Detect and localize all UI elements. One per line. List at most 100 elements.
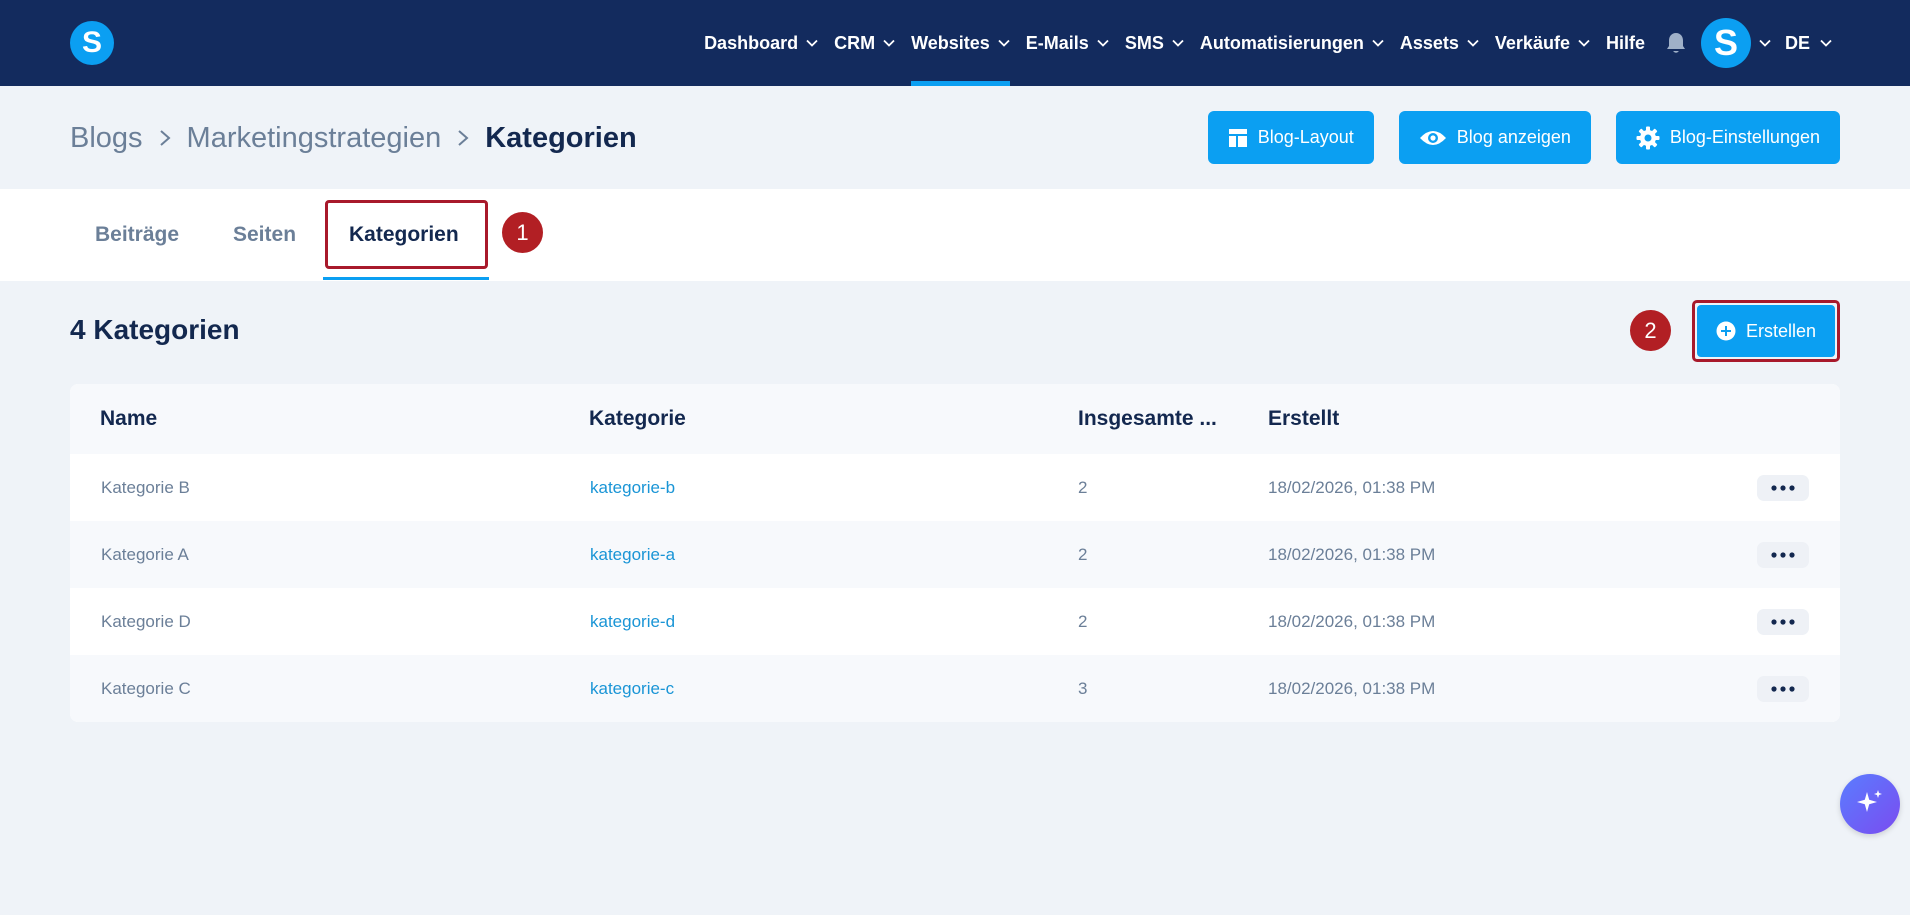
column-header-category[interactable]: Kategorie [589, 384, 686, 454]
blog-layout-label: Blog-Layout [1257, 127, 1354, 147]
plus-circle-icon [1716, 321, 1736, 341]
chevron-down-icon [883, 39, 895, 47]
tab-label: Seiten [233, 223, 297, 246]
nav-item-sales[interactable]: Verkäufe [1495, 0, 1590, 86]
app-logo[interactable]: S [70, 21, 114, 65]
top-navigation: S Dashboard CRM Websites E-Mails SMS Aut… [0, 0, 1910, 86]
more-options-icon[interactable] [1757, 475, 1809, 501]
chevron-right-icon [457, 129, 469, 147]
breadcrumb-blogs[interactable]: Blogs [70, 122, 143, 155]
nav-item-assets[interactable]: Assets [1400, 0, 1479, 86]
chevron-down-icon [1372, 39, 1384, 47]
highlight-box [325, 200, 488, 269]
more-options-icon[interactable] [1757, 676, 1809, 702]
create-label: Erstellen [1745, 320, 1817, 341]
step-number: 1 [516, 219, 529, 245]
layout-icon [1228, 128, 1248, 148]
cell-created: 18/02/2026, 01:38 PM [1268, 544, 1436, 564]
blog-settings-label: Blog-Einstellungen [1669, 127, 1820, 147]
cell-slug-link[interactable]: kategorie-a [590, 521, 675, 588]
cell-slug-link[interactable]: kategorie-b [590, 454, 675, 521]
table-row: Kategorie A kategorie-a 2 18/02/2026, 01… [70, 521, 1840, 588]
more-options-icon[interactable] [1757, 542, 1809, 568]
nav-item-crm[interactable]: CRM [834, 0, 895, 86]
blog-layout-button[interactable]: Blog-Layout [1207, 111, 1374, 164]
view-blog-button[interactable]: Blog anzeigen [1398, 111, 1591, 164]
cell-created: 18/02/2026, 01:38 PM [1268, 477, 1436, 497]
more-options-icon[interactable] [1757, 609, 1809, 635]
step-badge: 2 [1630, 310, 1671, 351]
avatar[interactable]: S [1700, 18, 1751, 68]
categories-table: Name Kategorie Insgesamte ... Erstellt K… [70, 384, 1840, 722]
nav-item-label: Automatisierungen [1199, 32, 1364, 53]
chevron-down-icon [1172, 39, 1184, 47]
cell-name: Kategorie B [101, 477, 190, 497]
nav-item-label: Verkäufe [1494, 32, 1570, 53]
chevron-down-icon [998, 39, 1010, 47]
nav-item-label: Assets [1399, 32, 1459, 53]
chevron-right-icon [159, 129, 171, 147]
nav-item-label: Hilfe [1605, 32, 1645, 53]
bell-icon[interactable] [1665, 31, 1687, 55]
language-selector[interactable]: DE [1785, 33, 1832, 54]
nav-item-label: SMS [1124, 32, 1164, 53]
column-header-name[interactable]: Name [100, 384, 157, 454]
nav-menu: Dashboard CRM Websites E-Mails SMS Autom… [696, 0, 1832, 86]
cell-slug-link[interactable]: kategorie-c [590, 655, 674, 722]
nav-item-label: Dashboard [704, 32, 799, 53]
breadcrumb-blog[interactable]: Marketingstrategien [187, 122, 442, 155]
column-header-total[interactable]: Insgesamte ... [1078, 384, 1217, 454]
tab-posts[interactable]: Beiträge [95, 189, 179, 281]
cell-created: 18/02/2026, 01:38 PM [1268, 611, 1436, 631]
cell-total: 3 [1078, 678, 1088, 698]
chevron-down-icon [806, 39, 818, 47]
table-row: Kategorie D kategorie-d 2 18/02/2026, 01… [70, 588, 1840, 655]
nav-item-dashboard[interactable]: Dashboard [704, 0, 818, 86]
chevron-down-icon[interactable] [1759, 39, 1771, 47]
cell-total: 2 [1078, 477, 1088, 497]
nav-item-label: CRM [834, 32, 876, 53]
step-badge: 1 [502, 212, 543, 253]
tab-label: Beiträge [95, 223, 180, 246]
header-actions: Blog-Layout Blog anzeigen Blog-Einstellu… [1207, 111, 1840, 164]
ai-assistant-button[interactable] [1840, 774, 1900, 834]
eye-icon [1419, 129, 1447, 147]
sparkles-icon [1855, 787, 1885, 822]
active-tab-indicator [323, 277, 489, 280]
table-row: Kategorie C kategorie-c 3 18/02/2026, 01… [70, 655, 1840, 722]
section-title: 4 Kategorien [70, 314, 240, 345]
cell-slug-link[interactable]: kategorie-d [590, 588, 675, 655]
blog-settings-button[interactable]: Blog-Einstellungen [1615, 111, 1840, 164]
column-header-created[interactable]: Erstellt [1268, 384, 1339, 454]
tabs-bar: Beiträge Seiten Kategorien 1 [0, 189, 1910, 281]
cell-total: 2 [1078, 544, 1088, 564]
breadcrumb-current: Kategorien [485, 121, 637, 154]
cell-name: Kategorie D [101, 611, 191, 631]
language-label: DE [1784, 32, 1810, 53]
table-row: Kategorie B kategorie-b 2 18/02/2026, 01… [70, 454, 1840, 521]
nav-item-label: Websites [911, 32, 990, 53]
chevron-down-icon [1578, 39, 1590, 47]
chevron-down-icon [1097, 39, 1109, 47]
nav-item-automations[interactable]: Automatisierungen [1200, 0, 1384, 86]
nav-item-websites[interactable]: Websites [911, 0, 1010, 86]
view-blog-label: Blog anzeigen [1456, 127, 1571, 147]
avatar-letter: S [1713, 22, 1738, 63]
tab-pages[interactable]: Seiten [233, 189, 296, 281]
step-number: 2 [1644, 317, 1657, 343]
logo-letter: S [81, 26, 102, 59]
cell-name: Kategorie A [101, 544, 189, 564]
cell-created: 18/02/2026, 01:38 PM [1268, 678, 1436, 698]
gear-icon [1636, 126, 1660, 150]
nav-item-help[interactable]: Hilfe [1606, 0, 1645, 86]
cell-name: Kategorie C [101, 678, 191, 698]
nav-item-label: E-Mails [1025, 32, 1089, 53]
nav-item-sms[interactable]: SMS [1125, 0, 1184, 86]
breadcrumb: Blogs Marketingstrategien Kategorien [70, 118, 637, 158]
chevron-down-icon [1820, 39, 1832, 47]
chevron-down-icon [1467, 39, 1479, 47]
nav-item-emails[interactable]: E-Mails [1026, 0, 1109, 86]
table-header: Name Kategorie Insgesamte ... Erstellt [70, 384, 1840, 454]
create-category-button[interactable]: Erstellen [1697, 305, 1835, 357]
cell-total: 2 [1078, 611, 1088, 631]
